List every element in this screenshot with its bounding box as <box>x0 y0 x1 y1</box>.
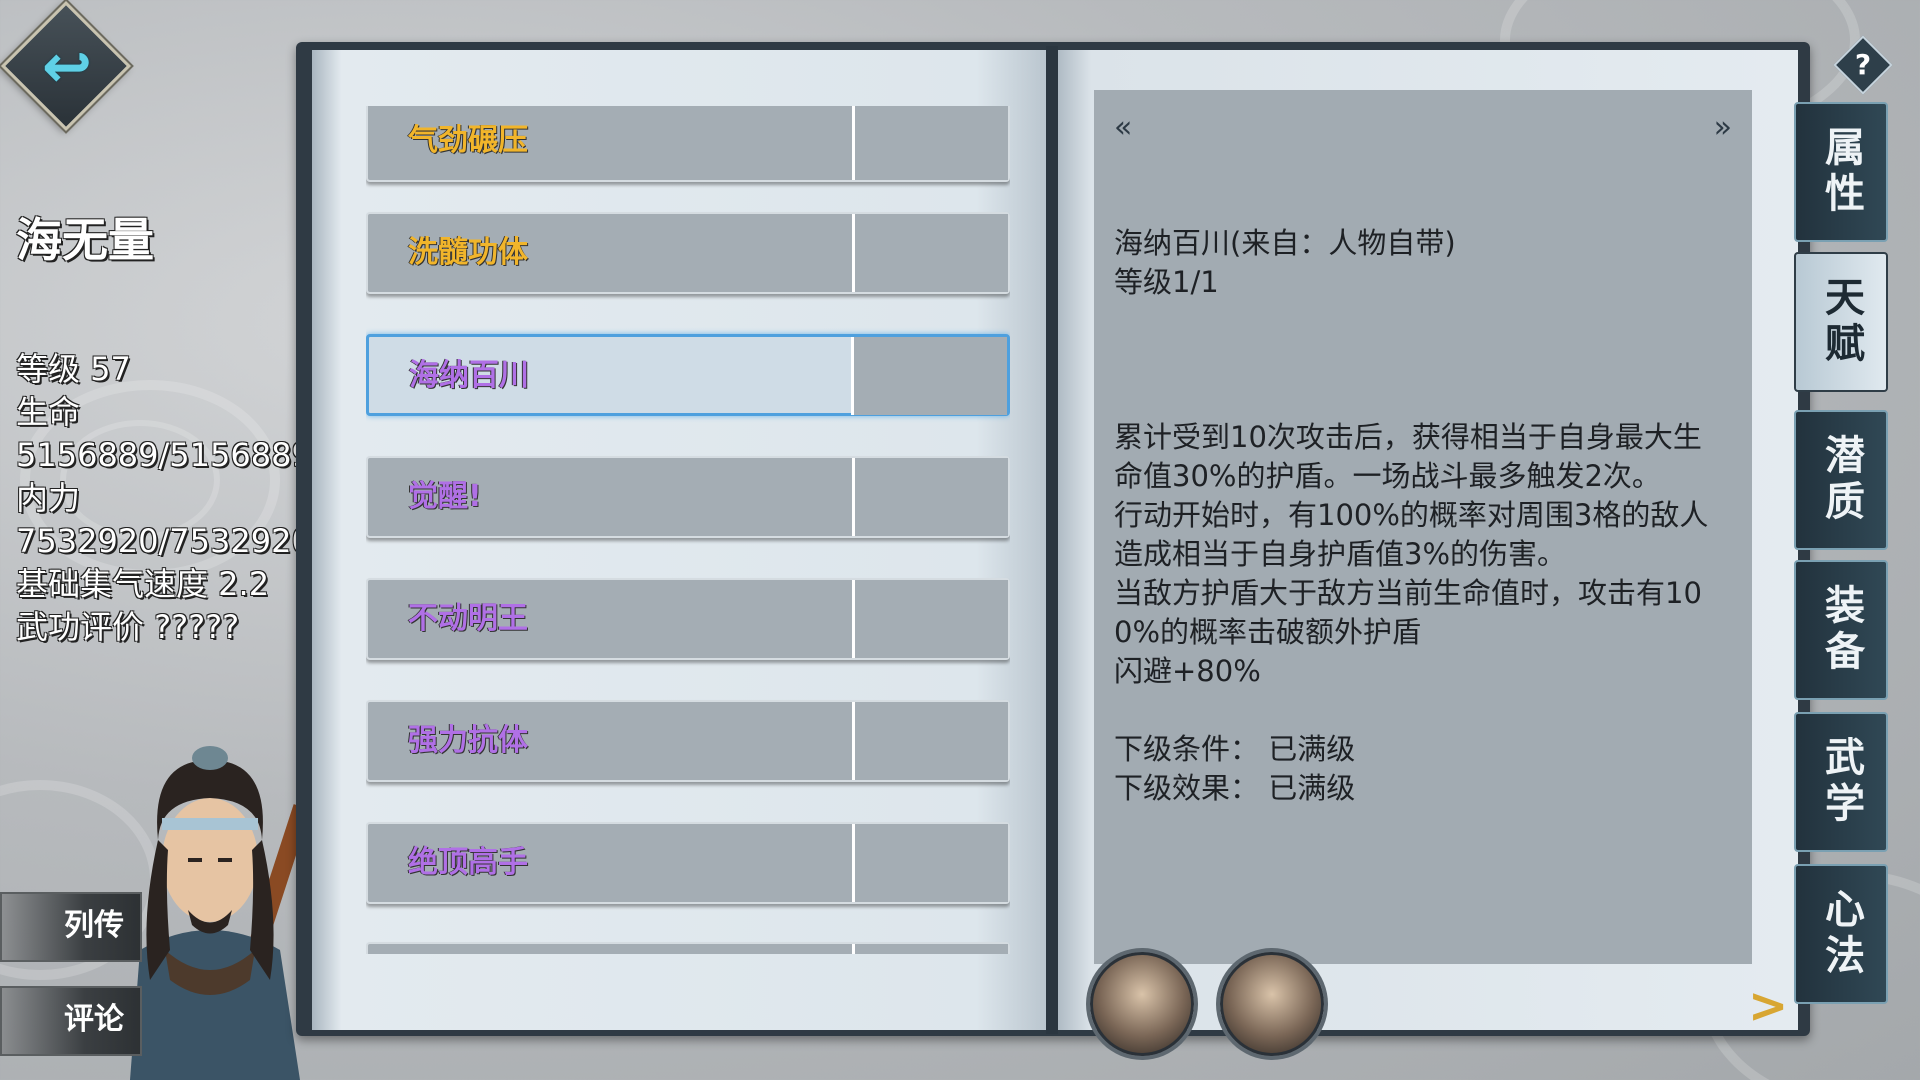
talent-item[interactable]: 觉醒! <box>366 456 1010 538</box>
talent-item[interactable]: 气劲碾压 <box>366 106 1010 182</box>
talent-item-selected[interactable]: 海纳百川 <box>366 334 1010 416</box>
desc-line: 当敌方护盾大于敌方当前生命值时，攻击有10 <box>1114 576 1702 610</box>
talent-name: 气劲碾压 <box>408 123 528 158</box>
help-icon[interactable]: ? <box>1842 44 1884 86</box>
page-next-icon[interactable]: > <box>1748 978 1788 1034</box>
talent-slot <box>852 824 1008 902</box>
talent-item[interactable]: 不动明王 <box>366 578 1010 660</box>
prev-arrow-icon[interactable]: « <box>1114 110 1132 145</box>
character-name: 海无量 <box>16 213 154 267</box>
talent-level: 等级1/1 <box>1114 265 1219 299</box>
character-stats: 等级 57 生命 5156889/5156889 内力 7532920/7532… <box>16 348 312 649</box>
talent-name: 不动明王 <box>408 601 528 636</box>
talent-name: 洗髓功体 <box>408 235 528 270</box>
talent-name: 强力抗体 <box>408 723 528 758</box>
companion-avatar[interactable] <box>1220 952 1324 1056</box>
desc-line: 闪避+80% <box>1114 654 1261 688</box>
companion-avatar[interactable] <box>1090 952 1194 1056</box>
detail-header: « » <box>1094 90 1752 170</box>
desc-line: 造成相当于自身护盾值3%的伤害。 <box>1114 537 1567 571</box>
talent-next-level: 下级条件： 已满级 下级效果： 已满级 <box>1114 730 1355 808</box>
talent-item-partial[interactable] <box>366 942 1010 954</box>
desc-line: 行动开始时，有100%的概率对周围3格的敌人 <box>1114 498 1709 532</box>
biography-button[interactable]: 列传 <box>0 892 142 962</box>
talent-slot <box>852 944 1008 954</box>
talent-slot <box>852 702 1008 780</box>
talent-item[interactable]: 强力抗体 <box>366 700 1010 782</box>
desc-line: 0%的概率击破额外护盾 <box>1114 615 1422 649</box>
mp-value: 7532920/7532920 <box>16 522 312 560</box>
talent-item[interactable]: 洗髓功体 <box>366 212 1010 294</box>
tab-mind-method[interactable]: 心法 <box>1794 864 1888 1004</box>
desc-line: 命值30%的护盾。一场战斗最多触发2次。 <box>1114 459 1661 493</box>
talent-slot <box>852 214 1008 292</box>
talent-description: 累计受到10次攻击后，获得相当于自身最大生 命值30%的护盾。一场战斗最多触发2… <box>1114 418 1736 691</box>
tab-attributes[interactable]: 属性 <box>1794 102 1888 242</box>
next-arrow-icon[interactable]: » <box>1714 110 1732 145</box>
hp-value: 5156889/5156889 <box>16 436 312 474</box>
desc-line: 累计受到10次攻击后，获得相当于自身最大生 <box>1114 420 1702 454</box>
next-effect: 下级效果： 已满级 <box>1114 771 1356 805</box>
comments-button[interactable]: 评论 <box>0 986 142 1056</box>
talent-source: 海纳百川(来自：人物自带) <box>1114 226 1456 260</box>
tab-talents[interactable]: 天赋 <box>1794 252 1888 392</box>
talent-item[interactable]: 绝顶高手 <box>366 822 1010 904</box>
next-condition: 下级条件： 已满级 <box>1114 732 1356 766</box>
talent-detail-title: 海纳百川(来自：人物自带) 等级1/1 <box>1114 224 1456 302</box>
talent-slot <box>852 580 1008 658</box>
talent-list[interactable]: 气劲碾压 洗髓功体 海纳百川 觉醒! 不动明王 强力抗体 绝顶高手 <box>366 106 1010 954</box>
talent-slot <box>852 458 1008 536</box>
speed-stat: 基础集气速度 2.2 <box>16 565 270 603</box>
level-stat: 等级 57 <box>16 350 131 388</box>
talent-slot <box>851 337 1007 415</box>
tab-martial-arts[interactable]: 武学 <box>1794 712 1888 852</box>
rating-stat: 武功评价 ????? <box>16 608 240 646</box>
talent-name: 绝顶高手 <box>408 845 528 880</box>
talent-name: 海纳百川 <box>409 358 529 393</box>
talent-slot <box>852 106 1008 180</box>
hp-label: 生命 <box>16 393 81 431</box>
mp-label: 内力 <box>16 479 81 517</box>
book-spine <box>1046 46 1058 1034</box>
tab-potential[interactable]: 潜质 <box>1794 410 1888 550</box>
talent-name: 觉醒! <box>408 479 482 514</box>
back-arrow-icon[interactable]: ↩ <box>28 28 106 106</box>
tab-equipment[interactable]: 装备 <box>1794 560 1888 700</box>
